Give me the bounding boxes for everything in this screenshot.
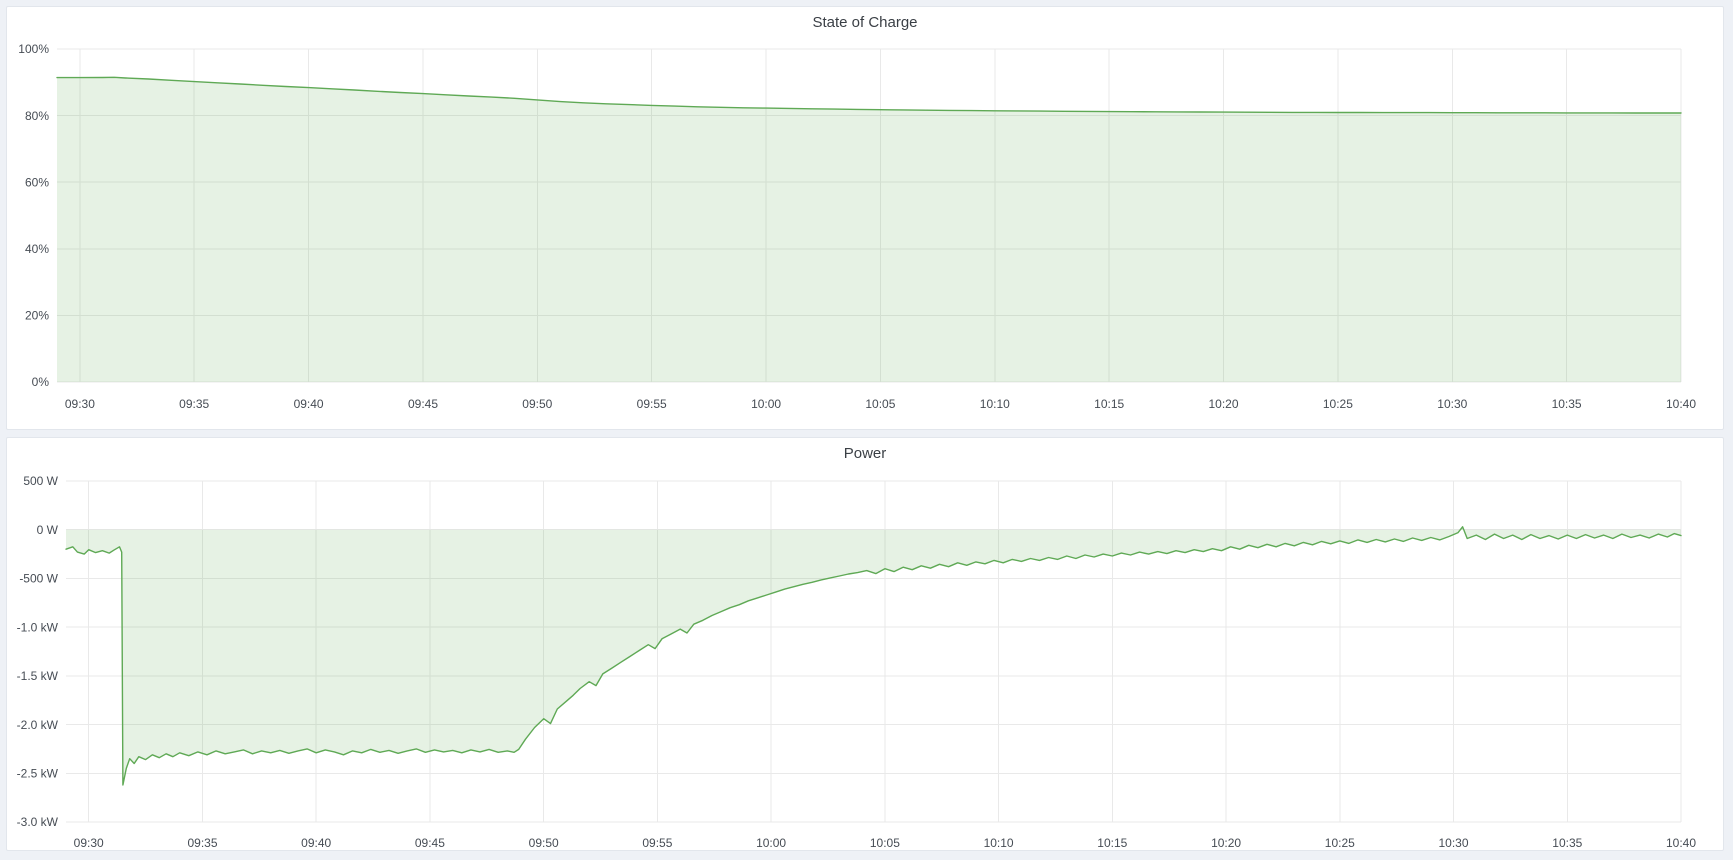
y-tick-label: 0 W [37, 523, 59, 537]
series-area [66, 527, 1681, 785]
y-tick-label: -1.0 kW [17, 620, 59, 634]
x-tick-label: 10:35 [1552, 397, 1582, 411]
x-tick-label: 10:00 [751, 397, 781, 411]
x-tick-label: 10:15 [1094, 397, 1124, 411]
x-tick-label: 09:35 [179, 397, 209, 411]
x-tick-label: 09:45 [408, 397, 438, 411]
x-tick-label: 10:30 [1438, 836, 1468, 848]
x-tick-label: 10:40 [1666, 397, 1696, 411]
x-tick-label: 09:40 [294, 397, 324, 411]
x-tick-label: 10:25 [1325, 836, 1355, 848]
x-tick-label: 09:45 [415, 836, 445, 848]
y-tick-label: 60% [25, 175, 49, 189]
y-tick-label: -3.0 kW [17, 815, 59, 829]
soc-panel: State of Charge 100%80%60%40%20%0%09:300… [6, 6, 1724, 430]
x-tick-label: 10:20 [1211, 836, 1241, 848]
x-tick-label: 10:35 [1552, 836, 1582, 848]
x-tick-label: 09:50 [529, 836, 559, 848]
x-tick-label: 10:40 [1666, 836, 1696, 848]
y-tick-label: 20% [25, 309, 49, 323]
x-tick-label: 09:55 [637, 397, 667, 411]
x-tick-label: 09:35 [187, 836, 217, 848]
y-tick-label: 0% [32, 375, 50, 389]
y-tick-label: 100% [18, 42, 49, 56]
y-tick-label: 40% [25, 242, 49, 256]
x-tick-label: 09:50 [522, 397, 552, 411]
x-tick-label: 10:25 [1323, 397, 1353, 411]
x-tick-label: 10:10 [984, 836, 1014, 848]
power-panel: Power 500 W0 W-500 W-1.0 kW-1.5 kW-2.0 k… [6, 437, 1724, 851]
x-tick-label: 10:30 [1437, 397, 1467, 411]
x-tick-label: 10:05 [870, 836, 900, 848]
x-tick-label: 10:10 [980, 397, 1010, 411]
y-tick-label: -2.5 kW [17, 767, 59, 781]
x-tick-label: 10:00 [756, 836, 786, 848]
y-tick-label: -500 W [19, 572, 58, 586]
x-tick-label: 10:20 [1208, 397, 1238, 411]
x-tick-label: 09:40 [301, 836, 331, 848]
soc-chart-canvas[interactable]: 100% 80% 60% 40% 20% 0% 09:30 09:35 09:40 09:45 09… [7, 7, 1721, 427]
y-tick-label: 500 W [23, 474, 58, 488]
x-tick-label: 09:30 [74, 836, 104, 848]
power-chart-canvas[interactable]: 500 W 0 W -500 W -1.0 kW -1.5 kW -2.0 kW -2.5 … [7, 438, 1721, 848]
y-tick-label: -1.5 kW [17, 669, 59, 683]
x-tick-label: 10:05 [865, 397, 895, 411]
x-tick-label: 09:55 [642, 836, 672, 848]
x-tick-label: 09:30 [65, 397, 95, 411]
y-tick-label: 80% [25, 109, 49, 123]
y-tick-label: -2.0 kW [17, 718, 59, 732]
x-tick-label: 10:15 [1097, 836, 1127, 848]
series-area [57, 77, 1681, 382]
